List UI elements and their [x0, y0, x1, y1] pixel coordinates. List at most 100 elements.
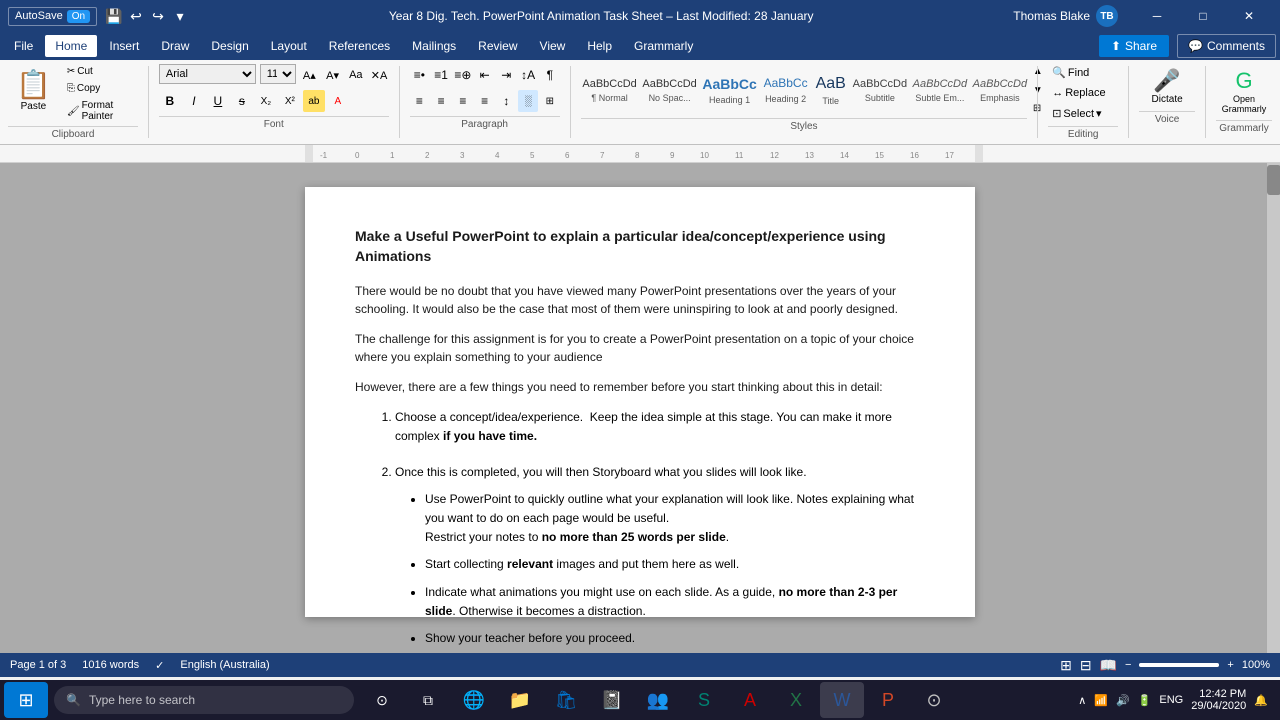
font-face-select[interactable]: Arial: [159, 64, 256, 84]
format-painter-button[interactable]: 🖌 Format Painter: [63, 98, 138, 124]
share-button[interactable]: ⬆ Share: [1099, 35, 1169, 57]
grammarly-button[interactable]: G Open Grammarly: [1214, 64, 1275, 118]
taskbar-explorer[interactable]: 📁: [498, 682, 542, 718]
svg-text:5: 5: [530, 151, 535, 160]
grow-font-button[interactable]: A▴: [300, 64, 319, 86]
justify-button[interactable]: ≡: [475, 90, 495, 112]
menu-insert[interactable]: Insert: [99, 35, 149, 57]
taskbar-network[interactable]: 📶: [1094, 694, 1108, 707]
style-emphasis[interactable]: AaBbCcDd Emphasis: [971, 64, 1029, 116]
view-web-icon[interactable]: ⊟: [1080, 657, 1092, 674]
shrink-font-button[interactable]: A▾: [323, 64, 342, 86]
taskbar-powerpoint[interactable]: P: [866, 682, 910, 718]
maximize-button[interactable]: □: [1180, 0, 1226, 32]
start-button[interactable]: ⊞: [4, 682, 48, 718]
menu-design[interactable]: Design: [201, 35, 258, 57]
border-button[interactable]: ⊞: [540, 90, 560, 112]
highlight-button[interactable]: ab: [303, 90, 325, 112]
menu-home[interactable]: Home: [45, 35, 97, 57]
taskbar-clock[interactable]: 12:42 PM 29/04/2020: [1191, 688, 1246, 712]
align-center-button[interactable]: ≡: [431, 90, 451, 112]
shading-button[interactable]: ░: [518, 90, 538, 112]
zoom-slider[interactable]: [1139, 663, 1219, 667]
decrease-indent-button[interactable]: ⇤: [475, 64, 495, 86]
superscript-button[interactable]: X²: [279, 90, 301, 112]
zoom-in-icon[interactable]: +: [1227, 659, 1233, 671]
subscript-button[interactable]: X₂: [255, 90, 277, 112]
doc-scroll[interactable]: Make a Useful PowerPoint to explain a pa…: [14, 163, 1266, 653]
taskbar-circle[interactable]: ⊙: [912, 682, 956, 718]
clear-format-button[interactable]: ✕A: [369, 64, 388, 86]
increase-indent-button[interactable]: ⇥: [496, 64, 516, 86]
menu-grammarly[interactable]: Grammarly: [624, 35, 703, 57]
menu-references[interactable]: References: [319, 35, 400, 57]
replace-button[interactable]: ↔ Replace: [1048, 85, 1118, 101]
sort-button[interactable]: ↕A: [518, 64, 538, 86]
menu-help[interactable]: Help: [577, 35, 622, 57]
italic-button[interactable]: I: [183, 90, 205, 112]
taskbar-search[interactable]: 🔍 Type here to search: [54, 686, 354, 714]
menu-mailings[interactable]: Mailings: [402, 35, 466, 57]
taskbar-volume[interactable]: 🔊: [1116, 694, 1130, 707]
comments-button[interactable]: 💬 Comments: [1177, 34, 1276, 58]
minimize-button[interactable]: ─: [1134, 0, 1180, 32]
taskbar-sway[interactable]: S: [682, 682, 726, 718]
style-subtitle[interactable]: AaBbCcDd Subtitle: [851, 64, 909, 116]
taskbar-notification[interactable]: 🔔: [1254, 694, 1268, 707]
multilevel-list-button[interactable]: ≡⊕: [453, 64, 473, 86]
menu-draw[interactable]: Draw: [151, 35, 199, 57]
style-heading1[interactable]: AaBbCc Heading 1: [701, 64, 759, 116]
paste-button[interactable]: 📋 Paste: [8, 64, 59, 124]
view-read-icon[interactable]: 📖: [1100, 657, 1117, 674]
taskbar-onenote[interactable]: 📓: [590, 682, 634, 718]
menu-layout[interactable]: Layout: [261, 35, 317, 57]
taskbar-cortana[interactable]: ⊙: [360, 682, 404, 718]
taskbar-store[interactable]: 🛍: [544, 682, 588, 718]
number-list-button[interactable]: ≡1: [431, 64, 451, 86]
copy-button[interactable]: ⎘ Copy: [63, 81, 138, 96]
style-title[interactable]: AaB Title: [813, 64, 849, 116]
style-no-space[interactable]: AaBbCcDd No Spac...: [641, 64, 699, 116]
taskbar-teams[interactable]: 👥: [636, 682, 680, 718]
select-button[interactable]: ⊡ Select ▾: [1048, 105, 1118, 122]
taskbar-word[interactable]: W: [820, 682, 864, 718]
menu-review[interactable]: Review: [468, 35, 527, 57]
underline-button[interactable]: U: [207, 90, 229, 112]
more-icon[interactable]: ▾: [171, 7, 189, 25]
undo-icon[interactable]: ↩: [127, 7, 145, 25]
taskbar-excel[interactable]: X: [774, 682, 818, 718]
strikethrough-button[interactable]: s: [231, 90, 253, 112]
style-normal[interactable]: AaBbCcDd ¶ Normal: [581, 64, 639, 116]
zoom-out-icon[interactable]: −: [1125, 659, 1131, 671]
scrollbar[interactable]: [1266, 163, 1280, 653]
style-heading2[interactable]: AaBbCc Heading 2: [761, 64, 811, 116]
bullet-list-button[interactable]: ≡•: [410, 64, 430, 86]
bold-button[interactable]: B: [159, 90, 181, 112]
taskbar-task-view[interactable]: ⧉: [406, 682, 450, 718]
taskbar-chevron[interactable]: ∧: [1078, 694, 1086, 707]
find-button[interactable]: 🔍 Find: [1048, 64, 1118, 81]
cut-button[interactable]: ✂ Cut: [63, 64, 138, 79]
font-color-button[interactable]: A: [327, 90, 349, 112]
redo-icon[interactable]: ↪: [149, 7, 167, 25]
align-left-button[interactable]: ≡: [410, 90, 430, 112]
autosave-button[interactable]: AutoSave On: [8, 7, 97, 26]
menu-file[interactable]: File: [4, 35, 43, 57]
taskbar-battery[interactable]: 🔋: [1138, 694, 1152, 707]
line-spacing-button[interactable]: ↕: [496, 90, 516, 112]
style-no-space-label: No Spac...: [649, 93, 691, 103]
change-case-button[interactable]: Aa: [346, 64, 365, 86]
show-marks-button[interactable]: ¶: [540, 64, 560, 86]
font-size-select[interactable]: 11: [260, 64, 296, 84]
scrollbar-thumb[interactable]: [1267, 165, 1280, 195]
align-right-button[interactable]: ≡: [453, 90, 473, 112]
view-print-icon[interactable]: ⊞: [1060, 657, 1072, 674]
save-icon[interactable]: 💾: [105, 7, 123, 25]
dictate-button[interactable]: 🎤 Dictate: [1144, 64, 1191, 109]
taskbar-acrobat[interactable]: A: [728, 682, 772, 718]
doc-para2: The challenge for this assignment is for…: [355, 330, 925, 366]
style-subtle-em[interactable]: AaBbCcDd Subtle Em...: [911, 64, 969, 116]
close-button[interactable]: ✕: [1226, 0, 1272, 32]
menu-view[interactable]: View: [530, 35, 576, 57]
taskbar-edge[interactable]: 🌐: [452, 682, 496, 718]
